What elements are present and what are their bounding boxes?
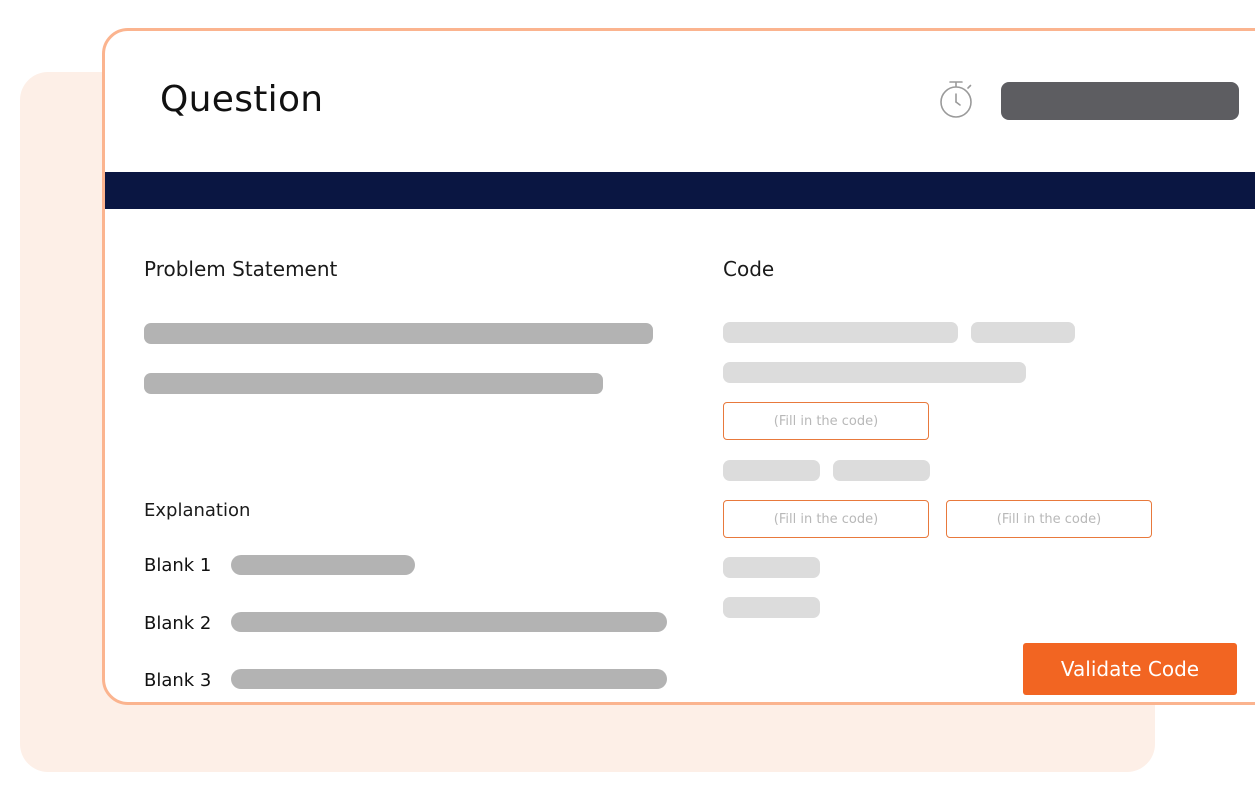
problem-statement-heading: Problem Statement: [144, 257, 338, 281]
code-line: [971, 322, 1075, 343]
blank-1-label: Blank 1: [144, 555, 212, 576]
timer-display: [1001, 82, 1239, 120]
stage: Question Problem Statement Explanation B…: [0, 0, 1255, 795]
code-line: [723, 460, 820, 481]
blank-2-answer: [231, 612, 667, 632]
problem-text-line: [144, 323, 653, 344]
blank-1-answer: [231, 555, 415, 575]
header-band: [105, 172, 1255, 209]
code-fill-input-3[interactable]: (Fill in the code): [946, 500, 1152, 538]
page-title: Question: [160, 79, 324, 120]
blank-3-answer: [231, 669, 667, 689]
blank-2-label: Blank 2: [144, 613, 212, 634]
validate-code-button[interactable]: Validate Code: [1023, 643, 1237, 695]
code-line: [723, 362, 1026, 383]
stopwatch-icon: [940, 81, 972, 118]
code-fill-input-1[interactable]: (Fill in the code): [723, 402, 929, 440]
blank-3-label: Blank 3: [144, 670, 212, 691]
code-line: [723, 597, 820, 618]
code-fill-input-2[interactable]: (Fill in the code): [723, 500, 929, 538]
question-card: Question Problem Statement Explanation B…: [102, 28, 1255, 705]
explanation-heading: Explanation: [144, 500, 251, 521]
problem-text-line: [144, 373, 603, 394]
code-line: [833, 460, 930, 481]
code-line: [723, 322, 958, 343]
code-heading: Code: [723, 257, 775, 281]
code-line: [723, 557, 820, 578]
